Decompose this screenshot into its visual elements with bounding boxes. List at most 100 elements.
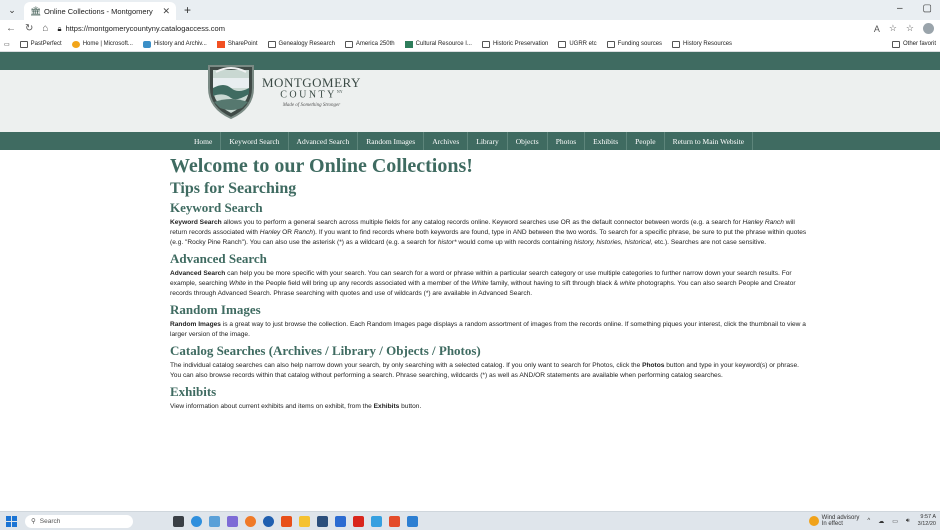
windows-taskbar: ⚲ Search Wind advisory In effect ^ ☁ ▭ 🔊… [0,511,940,530]
site-favicon-icon: 🏛 [30,5,42,16]
advanced-search-text: Advanced Search can help you be more spe… [170,270,796,297]
word-icon[interactable] [335,515,346,527]
menu-objects[interactable]: Objects [508,132,548,150]
folder-icon [891,40,900,48]
main-menu: Home Keyword Search Advanced Search Rand… [0,132,940,150]
header-strip [0,52,940,70]
sharepoint-icon [216,40,225,48]
keyword-search-text: Keyword Search allows you to perform a g… [170,219,807,246]
cultural-resource-icon [404,40,413,48]
url-text: https://montgomerycountyny.catalogaccess… [65,24,225,33]
folder-icon [558,40,567,48]
advanced-search-heading: Advanced Search [170,251,267,266]
browser-tab[interactable]: 🏛 Online Collections - Montgomery ✕ [24,2,176,20]
other-favorites[interactable]: Other favorit [891,40,936,48]
favorite-item[interactable]: PastPerfect [19,40,62,48]
app-icon[interactable] [371,515,382,527]
folder-icon [267,40,276,48]
tab-actions-icon[interactable]: ⌄ [4,2,20,18]
acrobat-icon[interactable] [353,515,364,527]
refresh-icon[interactable]: ↻ [25,23,33,34]
chevron-up-icon[interactable]: ^ [867,518,870,524]
taskbar-search[interactable]: ⚲ Search [25,514,133,528]
display-icon[interactable]: ▭ [892,518,898,525]
menu-advanced-search[interactable]: Advanced Search [289,132,359,150]
site-header: MONTGOMERY COUNTYNY Made of Something St… [0,52,940,132]
lock-icon: 🔒︎ [57,23,62,33]
volume-icon[interactable]: 🔊︎ [906,518,910,525]
minimize-icon[interactable]: – [897,3,903,14]
favorite-item[interactable]: History and Archiv... [142,40,207,48]
edge-icon[interactable] [191,515,202,527]
logo-tagline: Made of Something Stronger [282,102,341,108]
menu-exhibits[interactable]: Exhibits [585,132,628,150]
app-icon-l[interactable] [281,515,292,527]
archive-icon [142,40,151,48]
back-icon[interactable]: ← [6,23,16,34]
close-tab-icon[interactable]: ✕ [162,6,170,17]
folder-icon [19,40,28,48]
favorite-item[interactable]: SharePoint [216,40,258,48]
menu-people[interactable]: People [627,132,665,150]
onedrive-icon[interactable]: ☁ [878,518,884,525]
menu-random-images[interactable]: Random Images [358,132,425,150]
favorite-item[interactable]: UGRR etc [558,40,597,48]
browser-icon[interactable] [263,515,274,527]
random-images-heading: Random Images [170,302,261,317]
maximize-icon[interactable]: ▢ [923,3,932,14]
favorite-item[interactable]: Funding sources [606,40,662,48]
photos-icon[interactable] [209,515,220,527]
teams-icon[interactable] [227,515,238,527]
favorite-item[interactable]: America 250th [344,40,395,48]
page-title: Welcome to our Online Collections! [170,155,473,177]
tips-heading: Tips for Searching [170,180,297,197]
menu-archives[interactable]: Archives [424,132,469,150]
site-logo[interactable]: MONTGOMERY COUNTYNY Made of Something St… [206,58,361,120]
web-page: MONTGOMERY COUNTYNY Made of Something St… [0,52,940,511]
menu-photos[interactable]: Photos [548,132,586,150]
firefox-icon[interactable] [245,515,256,527]
favorites-icon[interactable]: ▭ [4,41,10,48]
menu-home[interactable]: Home [186,132,222,150]
favorite-item[interactable]: Genealogy Research [267,40,335,48]
folder-icon [481,40,490,48]
start-button[interactable] [6,515,17,527]
menu-keyword-search[interactable]: Keyword Search [221,132,289,150]
logo-line1: MONTGOMERY [262,75,361,91]
favorite-item[interactable]: Historic Preservation [481,40,548,48]
url-field[interactable]: 🔒︎ https://montgomerycountyny.catalogacc… [57,24,225,34]
favorites-bar: ▭ PastPerfect Home | Microsoft... Histor… [0,37,940,52]
app-icon[interactable] [389,515,400,527]
browser-tab-bar: ⌄ 🏛 Online Collections - Montgomery ✕ + … [0,0,940,20]
folder-icon [606,40,615,48]
folder-icon [344,40,353,48]
collections-icon[interactable]: ☆ [906,23,914,34]
catalog-searches-text: The individual catalog searches can also… [170,362,799,379]
outlook-icon[interactable] [407,515,418,527]
taskbar-search-placeholder: Search [39,517,61,525]
system-tray: Wind advisory In effect ^ ☁ ▭ 🔊︎ 9:57 A … [808,514,940,528]
read-aloud-icon[interactable]: A [874,24,880,34]
main-content: Welcome to our Online Collections! Tips … [170,150,810,412]
keyword-search-heading: Keyword Search [170,200,263,215]
clock[interactable]: 9:57 A 3/12/20 [918,514,936,528]
window-controls: – ▢ [897,3,932,14]
menu-library[interactable]: Library [468,132,508,150]
favorite-item[interactable]: Cultural Resource I... [404,40,472,48]
favorite-star-icon[interactable]: ☆ [889,23,897,34]
microsoft-icon [71,40,80,48]
file-explorer-icon[interactable] [299,515,310,527]
weather-alert-icon [808,516,819,526]
app-icon[interactable] [317,515,328,527]
weather-widget[interactable]: Wind advisory In effect [808,515,859,527]
taskbar-apps [173,515,418,527]
new-tab-icon[interactable]: + [184,3,191,17]
tab-title: Online Collections - Montgomery [44,6,153,16]
profile-avatar[interactable] [923,23,934,34]
home-icon[interactable]: ⌂ [42,23,48,34]
task-view-icon[interactable] [173,515,184,527]
favorite-item[interactable]: Home | Microsoft... [71,40,133,48]
menu-return-main-website[interactable]: Return to Main Website [665,132,754,150]
favorite-item[interactable]: History Resources [672,40,732,48]
exhibits-heading: Exhibits [170,384,217,399]
